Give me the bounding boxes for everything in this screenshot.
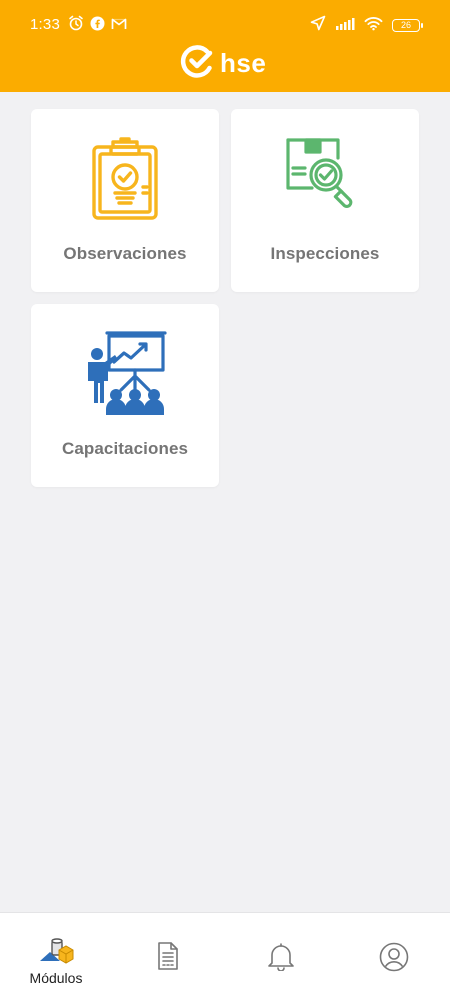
module-card-observaciones[interactable]: Observaciones — [31, 109, 219, 292]
location-icon — [310, 15, 326, 35]
user-profile-icon — [379, 942, 409, 977]
module-label: Capacitaciones — [61, 439, 189, 458]
training-presentation-icon — [83, 331, 167, 420]
status-left-icons — [58, 15, 127, 35]
module-label: Observaciones — [63, 244, 187, 263]
brand-logo: hse — [180, 43, 267, 84]
status-bar: 1:33 26 — [0, 0, 450, 48]
signal-icon — [335, 17, 355, 34]
battery-indicator: 26 — [392, 18, 423, 32]
app-screen: 1:33 26 hse Observaciones Inspecciones C… — [0, 0, 450, 1000]
nav-item-modulos[interactable]: Módulos — [0, 913, 112, 1000]
facebook-icon — [90, 16, 105, 35]
brand-name: hse — [220, 47, 267, 78]
inspection-search-icon — [284, 136, 366, 223]
module-card-inspecciones[interactable]: Inspecciones — [231, 109, 419, 292]
module-label: Inspecciones — [270, 244, 380, 263]
wifi-icon — [364, 16, 383, 35]
bell-icon — [267, 941, 295, 976]
status-time: 1:33 — [30, 16, 60, 33]
clipboard-check-icon — [91, 137, 159, 226]
gmail-icon — [111, 17, 127, 34]
status-right-icons: 26 — [310, 15, 423, 35]
document-icon — [156, 941, 180, 976]
module-card-capacitaciones[interactable]: Capacitaciones — [31, 304, 219, 487]
check-logo-icon — [180, 43, 216, 84]
alarm-icon — [68, 15, 84, 35]
nav-item-documents[interactable] — [112, 913, 224, 1000]
nav-item-profile[interactable] — [338, 913, 450, 1000]
nav-label: Módulos — [29, 970, 83, 986]
app-header: 1:33 26 hse — [0, 0, 450, 92]
nav-item-notifications[interactable] — [225, 913, 337, 1000]
modules-icon — [38, 933, 74, 972]
bottom-navigation: Módulos — [0, 912, 450, 1000]
